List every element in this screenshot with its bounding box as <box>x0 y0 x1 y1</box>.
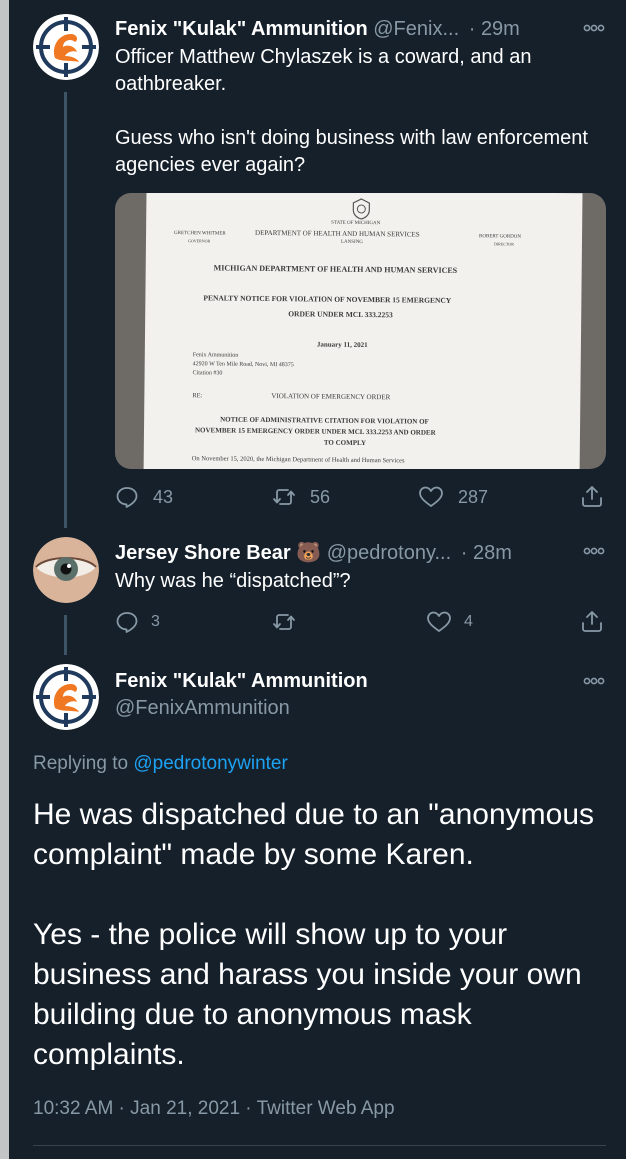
replying-to: Replying to @pedrotonywinter <box>33 753 288 775</box>
reply-icon <box>116 487 138 508</box>
timestamp[interactable]: 28m <box>473 542 512 564</box>
more-options-icon[interactable] <box>583 677 605 685</box>
reply-count: 43 <box>153 486 174 507</box>
like-count: 287 <box>458 486 489 507</box>
reply-icon <box>116 612 138 633</box>
retweet-count: 56 <box>310 486 331 507</box>
tweet-text: He was dispatched due to an "anonymous c… <box>33 798 595 1071</box>
doc-re-label: RE: <box>192 392 203 400</box>
tweet-header: Fenix "Kulak" Ammunition @Fenix... · 29m <box>115 18 520 41</box>
retweet-icon <box>273 489 295 505</box>
more-options-icon[interactable] <box>583 24 605 32</box>
retweet-icon <box>273 614 295 630</box>
tweet-image[interactable]: STATE OF MICHIGAN GRETCHEN WHITMER GOVER… <box>115 193 606 469</box>
doc-department: DEPARTMENT OF HEALTH AND HUMAN SERVICES <box>255 228 420 239</box>
timestamp[interactable]: 29m <box>481 18 520 40</box>
display-name[interactable]: Fenix "Kulak" Ammunition <box>115 18 368 40</box>
jersey-shore-bear-avatar[interactable] <box>33 537 99 603</box>
fenix-avatar[interactable] <box>33 664 99 730</box>
display-name[interactable]: Jersey Shore Bear <box>115 542 291 564</box>
share-button[interactable] <box>580 484 604 508</box>
more-options-icon[interactable] <box>583 547 605 555</box>
doc-left-name: GRETCHEN WHITMER <box>174 231 226 237</box>
reply-button[interactable]: 43 <box>115 485 173 509</box>
doc-heading: MICHIGAN DEPARTMENT OF HEALTH AND HUMAN … <box>213 263 458 275</box>
doc-notice-line2: ORDER UNDER MCL 333.2253 <box>288 309 393 320</box>
heart-icon <box>427 611 451 632</box>
doc-state: STATE OF MICHIGAN <box>331 220 381 227</box>
doc-addr1: Fenix Ammunition <box>192 352 239 359</box>
thread-line <box>64 615 67 655</box>
doc-body-line1: On November 15, 2020, the Michigan Depar… <box>191 455 405 465</box>
tweet-text: Why was he “dispatched”? <box>115 570 351 592</box>
tweet-header: Jersey Shore Bear 🐻 @pedrotony... · 28m <box>115 540 512 565</box>
doc-citation-line1: NOTICE OF ADMINISTRATIVE CITATION FOR VI… <box>220 415 429 426</box>
doc-addr3: Citation #30 <box>192 370 223 377</box>
doc-re-value: VIOLATION OF EMERGENCY ORDER <box>271 392 391 402</box>
heart-icon <box>419 486 443 507</box>
doc-date: January 11, 2021 <box>316 340 368 350</box>
fenix-avatar[interactable] <box>33 14 99 80</box>
window-edge <box>0 0 9 1159</box>
share-icon <box>582 486 602 507</box>
handle[interactable]: @Fenix... <box>373 18 459 40</box>
separator: · <box>468 18 476 40</box>
retweet-button[interactable] <box>272 610 296 634</box>
share-icon <box>582 611 602 632</box>
doc-right-name: ROBERT GORDON <box>479 234 522 240</box>
retweet-button[interactable]: 56 <box>272 485 330 509</box>
reply-button[interactable]: 3 <box>115 610 160 634</box>
separator: · <box>460 542 468 564</box>
like-button[interactable]: 4 <box>426 610 473 634</box>
replying-to-link[interactable]: @pedrotonywinter <box>133 753 287 774</box>
thread-line <box>64 92 67 528</box>
state-seal-icon <box>352 198 370 220</box>
doc-citation-line3: TO COMPLY <box>323 438 367 448</box>
doc-notice-line1: PENALTY NOTICE FOR VIOLATION OF NOVEMBER… <box>203 293 452 305</box>
tweet-text: Officer Matthew Chylaszek is a coward, a… <box>115 46 588 176</box>
share-button[interactable] <box>580 609 604 633</box>
reply-count: 3 <box>151 613 160 630</box>
handle[interactable]: @FenixAmmunition <box>115 697 290 720</box>
tweet-timestamp[interactable]: 10:32 AM · Jan 21, 2021 · Twitter Web Ap… <box>33 1098 395 1120</box>
doc-left-title: GOVERNOR <box>187 238 211 244</box>
doc-citation-line2: NOVEMBER 15 EMERGENCY ORDER UNDER MCL 33… <box>194 426 436 437</box>
divider <box>33 1145 606 1146</box>
like-button[interactable]: 287 <box>418 485 488 509</box>
doc-right-title: DIRECTOR <box>493 241 514 247</box>
like-count: 4 <box>464 613 473 630</box>
doc-city: LANSING <box>340 239 363 245</box>
doc-addr2: 42920 W Ten Mile Road, Novi, MI 48375 <box>192 361 294 369</box>
replying-prefix: Replying to <box>33 753 129 774</box>
display-name[interactable]: Fenix "Kulak" Ammunition <box>115 670 368 693</box>
document-photo: STATE OF MICHIGAN GRETCHEN WHITMER GOVER… <box>143 193 583 469</box>
bear-emoji: 🐻 <box>296 542 322 564</box>
handle[interactable]: @pedrotony... <box>327 542 451 564</box>
